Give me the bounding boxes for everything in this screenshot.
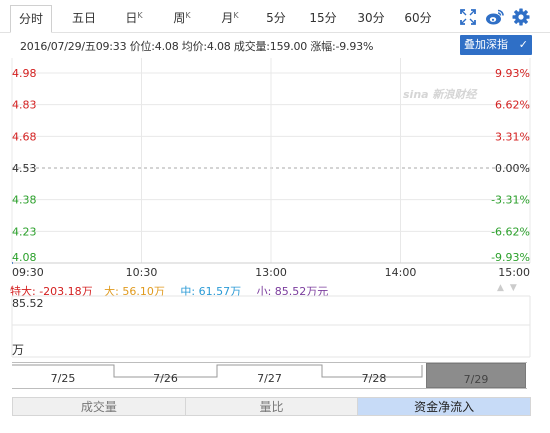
y-tick-label-left: 4.08 — [12, 251, 37, 264]
y-tick-label-right: -9.93% — [491, 251, 530, 264]
tab-volume-ratio[interactable]: 量比 — [185, 398, 359, 415]
tab-label: 五日 — [71, 11, 96, 25]
tab-label: 日 — [125, 11, 138, 25]
overlay-index-label: 叠加深指 — [464, 38, 508, 51]
check-icon: ✓ — [518, 38, 528, 51]
indicator-tabs: 成交量 量比 资金净流入 — [12, 397, 531, 416]
quote-info-line: 2016/07/29/五09:33 价位:4.08 均价:4.08 成交量:15… — [20, 40, 374, 53]
y-tick-label-left: 4.98 — [12, 67, 37, 80]
x-tick-label: 10:30 — [126, 266, 158, 279]
tab-label: 15分 — [309, 11, 337, 25]
tab-daily-k[interactable]: 日K — [114, 5, 154, 32]
y-axis-left: 4.98 4.83 4.68 4.53 4.38 4.23 4.08 — [12, 67, 37, 264]
x-tick-label: 15:00 — [498, 266, 530, 279]
tab-intraday[interactable]: 分时 — [10, 5, 52, 33]
date-cell[interactable]: 7/27 — [217, 363, 322, 388]
volume-panel — [11, 295, 531, 358]
tab-sup: K — [233, 11, 239, 20]
y-tick-label-right: -6.62% — [491, 225, 530, 238]
date-cell[interactable]: 7/25 — [12, 363, 114, 388]
scroll-down-icon[interactable]: ▼ — [510, 283, 523, 293]
x-tick-label: 09:30 — [12, 266, 44, 279]
tab-net-inflow[interactable]: 资金净流入 — [358, 398, 531, 415]
y-tick-label-left: 4.83 — [12, 99, 37, 112]
tab-60min[interactable]: 60分 — [398, 5, 438, 32]
tab-label: 月 — [221, 11, 234, 25]
scroll-arrows[interactable]: ▲▼ — [497, 283, 523, 293]
date-cell[interactable]: 7/28 — [322, 363, 426, 388]
tab-label: 5分 — [266, 11, 286, 25]
x-tick-label: 14:00 — [385, 266, 417, 279]
tab-weekly-k[interactable]: 周K — [162, 5, 202, 32]
gear-icon[interactable] — [511, 7, 531, 27]
tab-label: 30分 — [357, 11, 385, 25]
tab-label: 分时 — [18, 12, 43, 26]
tab-label: 周 — [173, 11, 186, 25]
y-tick-label-right: 6.62% — [495, 99, 530, 112]
x-axis: 09:30 10:30 13:00 14:00 15:00 — [12, 262, 530, 279]
period-tab-bar: 分时 五日 日K 周K 月K 5分 15分 30分 60分 — [0, 0, 550, 33]
y-tick-label-right: -3.31% — [491, 194, 530, 207]
fullscreen-icon[interactable] — [458, 7, 478, 27]
tab-30min[interactable]: 30分 — [351, 5, 391, 32]
tab-volume[interactable]: 成交量 — [13, 398, 186, 415]
tab-label: 60分 — [404, 11, 432, 25]
tab-15min[interactable]: 15分 — [303, 5, 343, 32]
tab-sup: K — [137, 11, 143, 20]
date-cell[interactable]: 7/26 — [114, 363, 217, 388]
weibo-icon[interactable] — [485, 7, 505, 27]
tab-monthly-k[interactable]: 月K — [210, 5, 250, 32]
y-tick-label-right: 3.31% — [495, 130, 530, 143]
scroll-up-icon[interactable]: ▲ — [497, 283, 510, 293]
y-axis-right: 9.93% 6.62% 3.31% 0.00% -3.31% -6.62% -9.93% — [491, 67, 530, 264]
overlay-index-button[interactable]: 叠加深指 ✓ — [460, 35, 532, 55]
date-range-navigator[interactable]: 7/25 7/26 7/27 7/28 7/29 — [12, 362, 527, 389]
y-tick-label-right: 9.93% — [495, 67, 530, 80]
y-tick-label-left: 4.38 — [12, 194, 37, 207]
y-tick-label-left: 4.23 — [12, 225, 37, 238]
y-tick-label-right: 0.00% — [495, 162, 530, 175]
tab-5min[interactable]: 5分 — [256, 5, 296, 32]
tab-sup: K — [185, 11, 191, 20]
y-tick-label-left: 4.53 — [12, 162, 37, 175]
volume-unit: 万 — [12, 343, 25, 357]
date-cell-selected[interactable]: 7/29 — [426, 363, 526, 388]
x-tick-label: 13:00 — [255, 266, 287, 279]
y-tick-label-left: 4.68 — [12, 130, 37, 143]
tab-five-day[interactable]: 五日 — [64, 5, 104, 32]
sina-finance-logo: sina 新浪财经 — [403, 88, 477, 101]
